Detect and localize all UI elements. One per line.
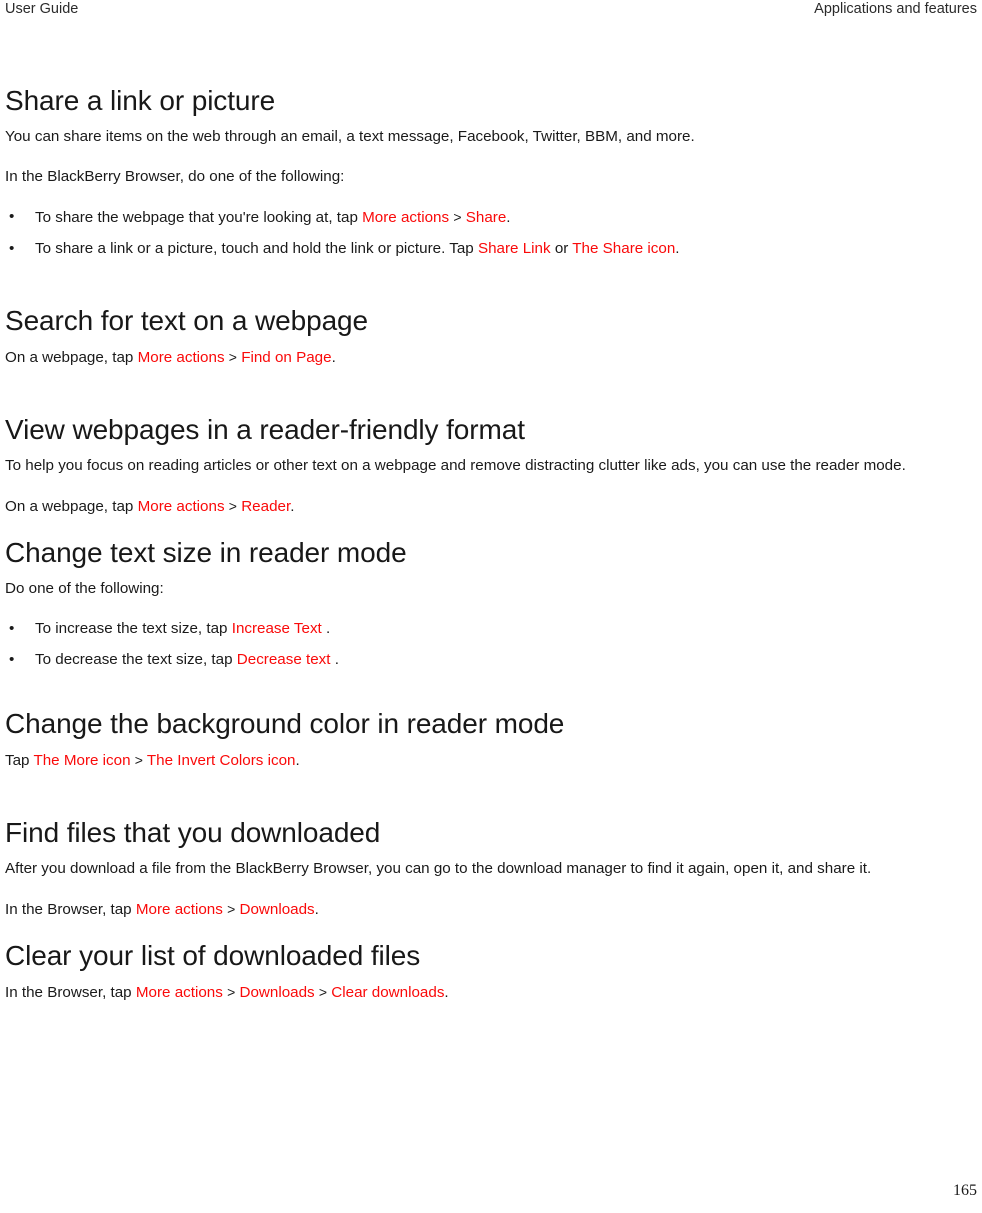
list-item: • To increase the text size, tap Increas… <box>5 618 977 640</box>
ui-link-the-invert-colors-icon[interactable]: The Invert Colors icon <box>147 752 296 769</box>
section-intro-reader: To help you focus on reading articles or… <box>5 457 906 474</box>
ui-link-clear-downloads[interactable]: Clear downloads <box>331 984 444 1001</box>
bullet-text-pre: To share a link or a picture, touch and … <box>35 240 474 257</box>
ui-link-more-actions[interactable]: More actions <box>138 498 225 515</box>
list-item: • To decrease the text size, tap Decreas… <box>5 649 977 671</box>
ui-link-find-on-page[interactable]: Find on Page <box>241 349 331 366</box>
menu-separator-icon: > <box>227 984 236 1000</box>
page-number: 165 <box>953 1182 977 1199</box>
section-step-reader: On a webpage, tap More actions > Reader. <box>5 495 977 518</box>
menu-separator-icon: > <box>227 901 236 917</box>
section-title-change-background-color: Change the background color in reader mo… <box>5 708 565 739</box>
ui-link-reader[interactable]: Reader <box>241 498 290 515</box>
ui-link-more-actions[interactable]: More actions <box>138 349 225 366</box>
bullet-text-pre: To share the webpage that you're looking… <box>35 209 358 226</box>
bullet-text-post: . <box>675 240 680 257</box>
step-text-pre: In the Browser, tap <box>5 901 132 918</box>
section-title-reader-friendly-format: View webpages in a reader-friendly forma… <box>5 414 525 445</box>
section-step-downloads: In the Browser, tap More actions > Downl… <box>5 898 977 921</box>
bullet-list-share: • To share the webpage that you're looki… <box>5 206 977 260</box>
section-title-search-for-text: Search for text on a webpage <box>5 305 368 336</box>
ui-link-downloads[interactable]: Downloads <box>239 984 314 1001</box>
bullet-text-post: . <box>326 620 331 637</box>
section-step-background-color: Tap The More icon > The Invert Colors ic… <box>5 749 977 772</box>
step-text-post: . <box>314 901 319 918</box>
bullet-icon: • <box>9 208 15 225</box>
section-title-clear-downloaded-files: Clear your list of downloaded files <box>5 940 421 971</box>
section-title-change-text-size: Change text size in reader mode <box>5 537 407 568</box>
bullet-text-post: . <box>506 209 511 226</box>
bullet-icon: • <box>9 240 15 257</box>
menu-separator-icon: > <box>134 752 143 768</box>
ui-link-downloads[interactable]: Downloads <box>239 901 314 918</box>
list-item: • To share a link or a picture, touch an… <box>5 238 977 260</box>
step-text-post: . <box>331 349 336 366</box>
bullet-text-mid: or <box>554 240 569 257</box>
step-text-pre: On a webpage, tap <box>5 498 134 515</box>
ui-link-decrease-text[interactable]: Decrease text <box>237 651 331 668</box>
bullet-icon: • <box>9 620 15 637</box>
section-step-clear-downloads: In the Browser, tap More actions > Downl… <box>5 981 977 1004</box>
bullet-list-text-size: • To increase the text size, tap Increas… <box>5 618 977 671</box>
menu-separator-icon: > <box>228 498 237 514</box>
ui-link-the-share-icon[interactable]: The Share icon <box>572 240 675 257</box>
section-lead-text-size: Do one of the following: <box>5 580 164 597</box>
section-title-find-downloaded-files: Find files that you downloaded <box>5 817 381 848</box>
ui-link-share-link[interactable]: Share Link <box>478 240 551 257</box>
ui-link-more-actions[interactable]: More actions <box>136 901 223 918</box>
step-text-post: . <box>295 752 300 769</box>
step-text-post: . <box>444 984 449 1001</box>
ui-link-more-actions[interactable]: More actions <box>362 209 449 226</box>
bullet-text-pre: To decrease the text size, tap <box>35 651 233 668</box>
menu-separator-icon: > <box>318 984 328 1000</box>
document-page: User Guide Applications and features Sha… <box>0 0 982 1213</box>
section-intro-share: You can share items on the web through a… <box>5 128 695 145</box>
section-title-share-link-or-picture: Share a link or picture <box>5 85 276 116</box>
menu-separator-icon: > <box>228 349 237 365</box>
bullet-text-post: . <box>334 651 339 668</box>
menu-separator-icon: > <box>453 209 462 225</box>
ui-link-increase-text[interactable]: Increase Text <box>232 620 322 637</box>
running-header: User Guide Applications and features <box>0 0 982 30</box>
section-step-search: On a webpage, tap More actions > Find on… <box>5 346 977 369</box>
step-text-pre: On a webpage, tap <box>5 349 134 366</box>
ui-link-more-actions[interactable]: More actions <box>136 984 223 1001</box>
section-lead-share: In the BlackBerry Browser, do one of the… <box>5 168 345 185</box>
header-right-title: Applications and features <box>814 1 977 17</box>
header-left-title: User Guide <box>5 1 79 17</box>
step-text-pre: Tap <box>5 752 30 769</box>
list-item: • To share the webpage that you're looki… <box>5 206 977 229</box>
section-intro-downloads: After you download a file from the Black… <box>5 860 872 877</box>
step-text-pre: In the Browser, tap <box>5 984 132 1001</box>
step-text-post: . <box>290 498 295 515</box>
document-content: Share a link or picture You can share it… <box>5 84 977 1004</box>
ui-link-share[interactable]: Share <box>466 209 507 226</box>
bullet-icon: • <box>9 651 15 668</box>
bullet-text-pre: To increase the text size, tap <box>35 620 228 637</box>
ui-link-the-more-icon[interactable]: The More icon <box>33 752 130 769</box>
